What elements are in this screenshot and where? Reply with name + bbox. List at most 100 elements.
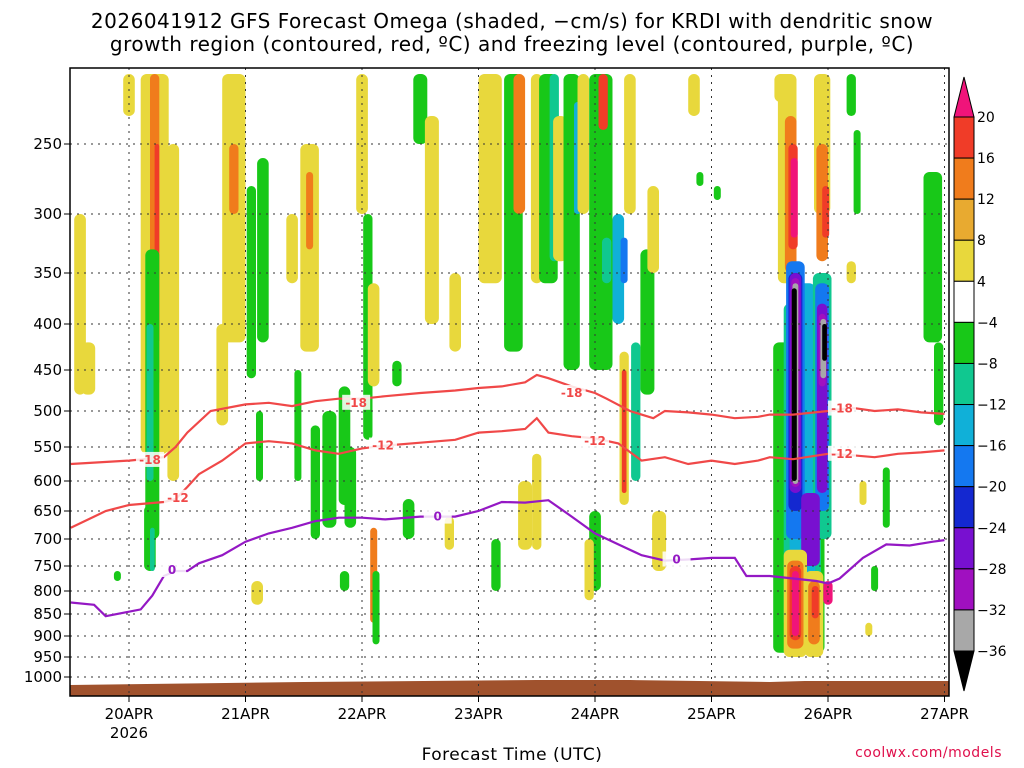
omega-shade-3	[123, 74, 135, 116]
colorbar-bin-10	[953, 527, 975, 570]
colorbar-bin-11	[953, 568, 975, 611]
x-tick-sublabel-0: 2026	[110, 724, 148, 742]
omega-shade-36	[424, 116, 439, 324]
y-tick-label-950: 950	[33, 648, 62, 666]
omega-shade-16	[257, 158, 269, 343]
omega-shade-33	[392, 360, 402, 387]
omega-cross-section-chart: -18 -18 -18 -18 -12 -12 -12 -12 0 0 0 250 300 350 400…	[24, 67, 1007, 742]
omega-shade-105	[791, 571, 799, 636]
contour-label-0-2: -18	[561, 386, 583, 400]
omega-shade-53	[598, 74, 608, 130]
omega-shade-67	[696, 172, 704, 186]
omega-shade-54	[602, 237, 612, 284]
colorbar-bin-2	[953, 198, 975, 241]
omega-shade-30	[367, 283, 380, 387]
contour-label-0-0: -18	[139, 453, 161, 467]
y-tick-label-550: 550	[33, 438, 62, 456]
x-tick-label-5: 25APR	[687, 705, 736, 723]
colorbar-bin-5	[953, 321, 975, 364]
x-tick-label-3: 23APR	[454, 705, 503, 723]
omega-shade-22	[306, 172, 314, 250]
contour-label-1-0: -12	[167, 491, 189, 505]
omega-shade-85	[871, 566, 879, 591]
colorbar-bin-9	[953, 486, 975, 529]
y-tick-label-450: 450	[33, 361, 62, 379]
contour-label-0-1: -18	[345, 396, 367, 410]
omega-shade-84	[865, 622, 873, 636]
colorbar-bin-3	[953, 239, 975, 282]
colorbar-label-0: 20	[977, 110, 995, 126]
omega-shade-32	[372, 571, 380, 645]
omega-shade-83	[859, 481, 867, 505]
y-tick-label-400: 400	[33, 315, 62, 333]
contour-label-2-2: 0	[672, 553, 680, 567]
colorbar-label-11: −28	[977, 562, 1007, 578]
colorbar-label-2: 12	[977, 192, 995, 208]
colorbar-label-7: −12	[977, 398, 1007, 414]
y-tick-label-350: 350	[33, 264, 62, 282]
contour-label-0-3: -18	[831, 402, 853, 416]
omega-shade-18	[256, 411, 263, 481]
x-tick-label-2: 22APR	[338, 705, 387, 723]
colorbar-label-5: −4	[977, 315, 998, 331]
omega-shade-39	[478, 74, 502, 284]
y-tick-label-800: 800	[33, 582, 62, 600]
colorbar-label-13: −36	[977, 644, 1007, 660]
omega-shade-94	[791, 288, 797, 481]
contour-label-1-2: -12	[584, 434, 606, 448]
colorbar-label-6: −8	[977, 356, 998, 372]
omega-shade-62	[647, 186, 659, 273]
omega-shade-27	[344, 447, 357, 528]
omega-shade-15	[246, 186, 256, 379]
colorbar-label-9: −20	[977, 480, 1007, 496]
omega-shade-11	[167, 144, 180, 481]
y-tick-label-500: 500	[33, 402, 62, 420]
colorbar-bin-4	[953, 280, 975, 323]
colorbar-label-8: −16	[977, 439, 1007, 455]
x-tick-label-6: 26APR	[804, 705, 853, 723]
omega-shade-56	[620, 237, 628, 284]
omega-shade-10	[150, 527, 155, 571]
colorbar-bottom-arrow	[953, 650, 975, 692]
omega-shade-40	[491, 539, 501, 591]
colorbar-label-4: 4	[977, 274, 986, 290]
omega-shade-73	[790, 158, 798, 238]
omega-shade-68	[713, 186, 721, 200]
omega-shade-20	[294, 370, 302, 481]
contour-label-1-3: -12	[831, 447, 853, 461]
contour-label-2-1: 0	[434, 510, 442, 524]
colorbar-bin-6	[953, 362, 975, 406]
colorbar-top-arrow	[953, 76, 975, 118]
colorbar-label-1: 16	[977, 151, 995, 167]
omega-shade-37	[449, 273, 461, 352]
y-tick-label-900: 900	[33, 627, 62, 645]
y-tick-label-850: 850	[33, 605, 62, 623]
colorbar-bin-8	[953, 445, 975, 488]
y-tick-label-300: 300	[33, 205, 62, 223]
credit-link[interactable]: coolwx.com/models	[855, 745, 1002, 761]
colorbar-bin-12	[953, 609, 975, 652]
omega-shade-77	[846, 74, 856, 116]
y-tick-label-650: 650	[33, 502, 62, 520]
omega-shade-78	[853, 130, 861, 214]
contour-label-2-0: 0	[168, 563, 176, 577]
omega-shade-79	[846, 261, 856, 284]
colorbar-bin-7	[953, 404, 975, 447]
omega-shade-1	[81, 342, 96, 395]
colorbar-bin-1	[953, 157, 975, 200]
y-tick-label-750: 750	[33, 557, 62, 575]
colorbar-label-3: 8	[977, 233, 986, 249]
colorbar-label-10: −24	[977, 521, 1007, 537]
omega-shade-2	[113, 571, 121, 581]
ground-terrain	[70, 680, 949, 696]
colorbar-bin-0	[953, 116, 975, 159]
y-tick-label-600: 600	[33, 472, 62, 490]
y-tick-label-700: 700	[33, 530, 62, 548]
omega-shade-17	[251, 581, 263, 605]
x-tick-label-0: 20APR	[105, 705, 154, 723]
omega-shade-26	[339, 571, 350, 591]
omega-shade-51	[577, 74, 590, 214]
omega-shade-82	[882, 467, 890, 528]
omega-shade-66	[688, 74, 700, 116]
omega-shade-57	[624, 74, 636, 214]
